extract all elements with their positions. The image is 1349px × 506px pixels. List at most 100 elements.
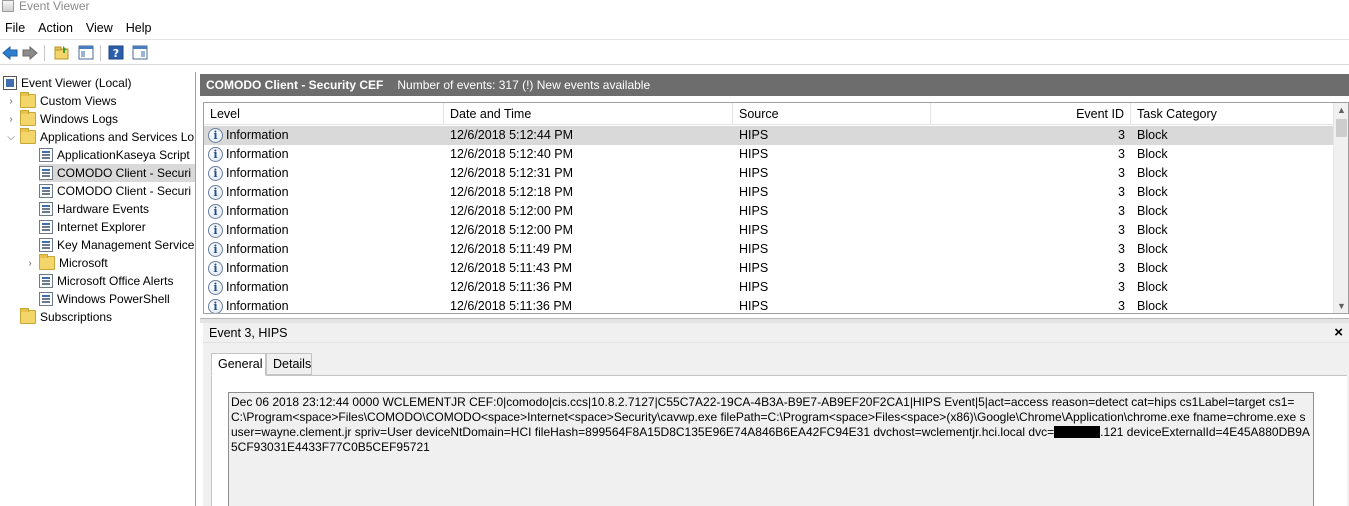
cell-source: HIPS: [739, 280, 769, 294]
vertical-scrollbar[interactable]: ▲ ▼: [1333, 103, 1348, 313]
tree-node-label: Hardware Events: [57, 202, 150, 216]
tree-node-applications-and-services-logs[interactable]: ⌵ Applications and Services Lo: [6, 128, 194, 146]
tree-node-windows-powershell[interactable]: Windows PowerShell: [39, 290, 170, 308]
cell-event-id: 3: [1118, 166, 1125, 180]
chevron-right-icon[interactable]: ›: [6, 96, 16, 107]
information-icon: i: [208, 223, 223, 238]
event-log-icon: [39, 202, 53, 216]
event-log-icon: [39, 292, 53, 306]
tree-node-microsoft[interactable]: › Microsoft: [25, 254, 108, 272]
information-icon: i: [208, 204, 223, 219]
column-header-source[interactable]: Source: [733, 103, 931, 125]
cell-event-id: 3: [1118, 299, 1125, 313]
event-log-icon: [39, 220, 53, 234]
event-message[interactable]: Dec 06 2018 23:12:44 0000 WCLEMENTJR CEF…: [228, 392, 1314, 506]
show-hide-tree-icon[interactable]: [77, 44, 94, 61]
information-icon: i: [208, 166, 223, 181]
tree-node-key-management-service[interactable]: Key Management Service: [39, 236, 194, 254]
cell-event-id: 3: [1118, 204, 1125, 218]
information-icon: i: [208, 242, 223, 257]
menu-view[interactable]: View: [80, 18, 120, 38]
cell-event-id: 3: [1118, 128, 1125, 142]
help-icon[interactable]: ?: [107, 44, 124, 61]
cell-date-time: 12/6/2018 5:12:40 PM: [450, 147, 574, 161]
table-row[interactable]: i Information 12/6/2018 5:11:49 PM HIPS 3 Blo…: [204, 240, 1334, 259]
tree-node-event-viewer-local[interactable]: Event Viewer (Local): [3, 74, 132, 92]
scroll-up-icon[interactable]: ▲: [1334, 103, 1348, 117]
event-log-icon: [39, 166, 53, 180]
menu-file[interactable]: File: [0, 18, 32, 38]
tree-node-label: ApplicationKaseya Script: [57, 148, 190, 162]
event-count: Number of events: 317 (!) New events ava…: [397, 78, 651, 92]
tree-node-custom-views[interactable]: › Custom Views: [6, 92, 116, 110]
cell-date-time: 12/6/2018 5:12:18 PM: [450, 185, 574, 199]
cell-event-id: 3: [1118, 242, 1125, 256]
back-icon[interactable]: [1, 44, 18, 61]
cell-source: HIPS: [739, 242, 769, 256]
chevron-down-icon[interactable]: ⌵: [6, 132, 16, 143]
tab-details[interactable]: Details: [266, 353, 312, 375]
folder-icon: [20, 110, 36, 126]
tree-node-applicationkaseya-script[interactable]: ApplicationKaseya Script: [39, 146, 190, 164]
column-header-level[interactable]: Level: [204, 103, 444, 125]
tree-node-label: COMODO Client - Securi: [57, 184, 192, 198]
cell-task-category: Block: [1137, 185, 1168, 199]
event-viewer-icon: [3, 76, 17, 90]
chevron-right-icon[interactable]: ›: [6, 114, 16, 125]
table-row[interactable]: i Information 12/6/2018 5:12:31 PM HIPS 3 Blo…: [204, 164, 1334, 183]
tree-node-label: Subscriptions: [40, 310, 113, 324]
tree-node-comodo-client-security[interactable]: COMODO Client - Securi: [39, 182, 191, 200]
tree-node-label: Microsoft Office Alerts: [57, 274, 174, 288]
cell-task-category: Block: [1137, 299, 1168, 313]
cell-source: HIPS: [739, 185, 769, 199]
cell-level: Information: [226, 147, 289, 161]
tree-node-label: Windows Logs: [40, 112, 119, 126]
close-icon[interactable]: ×: [1334, 325, 1343, 341]
column-header-event-id[interactable]: Event ID: [931, 103, 1131, 125]
table-row[interactable]: i Information 12/6/2018 5:12:18 PM HIPS 3 Blo…: [204, 183, 1334, 202]
information-icon: i: [208, 261, 223, 276]
folder-icon: [39, 254, 55, 270]
menu-action[interactable]: Action: [32, 18, 80, 38]
table-row[interactable]: i Information 12/6/2018 5:11:43 PM HIPS 3 Blo…: [204, 259, 1334, 278]
tab-general[interactable]: General: [211, 353, 266, 376]
tree-node-microsoft-office-alerts[interactable]: Microsoft Office Alerts: [39, 272, 173, 290]
scroll-down-icon[interactable]: ▼: [1334, 299, 1348, 313]
menu-bar: File Action View Help: [0, 17, 1349, 38]
tree-node-internet-explorer[interactable]: Internet Explorer: [39, 218, 146, 236]
information-icon: i: [208, 185, 223, 200]
cell-date-time: 12/6/2018 5:12:00 PM: [450, 204, 574, 218]
tree-node-label: Key Management Service: [57, 238, 195, 252]
table-row[interactable]: i Information 12/6/2018 5:12:40 PM HIPS 3 Blo…: [204, 145, 1334, 164]
toolbar-separator: [44, 45, 45, 61]
tree-node-label: Internet Explorer: [57, 220, 146, 234]
cell-date-time: 12/6/2018 5:11:43 PM: [450, 261, 573, 275]
tree-node-comodo-client-security-cef[interactable]: COMODO Client - Securi: [39, 164, 195, 182]
cell-source: HIPS: [739, 261, 769, 275]
table-row[interactable]: i Information 12/6/2018 5:12:44 PM HIPS 3 Blo…: [204, 126, 1334, 145]
cell-source: HIPS: [739, 147, 769, 161]
tree-node-windows-logs[interactable]: › Windows Logs: [6, 110, 118, 128]
general-tab-body: Dec 06 2018 23:12:44 0000 WCLEMENTJR CEF…: [211, 375, 1347, 506]
cell-task-category: Block: [1137, 204, 1168, 218]
forward-icon[interactable]: [21, 44, 38, 61]
tree-node-hardware-events[interactable]: Hardware Events: [39, 200, 149, 218]
tree-node-subscriptions[interactable]: Subscriptions: [20, 308, 112, 326]
table-row[interactable]: i Information 12/6/2018 5:11:36 PM HIPS 3 Blo…: [204, 297, 1334, 313]
cell-event-id: 3: [1118, 261, 1125, 275]
cell-level: Information: [226, 299, 289, 313]
show-hide-action-pane-icon[interactable]: [131, 44, 148, 61]
chevron-right-icon[interactable]: ›: [25, 258, 35, 269]
cell-task-category: Block: [1137, 223, 1168, 237]
column-header-date-time[interactable]: Date and Time: [444, 103, 733, 125]
cell-date-time: 12/6/2018 5:12:00 PM: [450, 223, 574, 237]
tree-node-label: Applications and Services Lo: [40, 130, 195, 144]
table-row[interactable]: i Information 12/6/2018 5:12:00 PM HIPS 3 Blo…: [204, 202, 1334, 221]
toolbar: ?: [0, 39, 1349, 65]
open-folder-icon[interactable]: [53, 44, 70, 61]
table-row[interactable]: i Information 12/6/2018 5:11:36 PM HIPS 3 Blo…: [204, 278, 1334, 297]
table-row[interactable]: i Information 12/6/2018 5:12:00 PM HIPS 3 Blo…: [204, 221, 1334, 240]
column-header-task-category[interactable]: Task Category: [1131, 103, 1334, 125]
scroll-thumb[interactable]: [1336, 119, 1347, 137]
menu-help[interactable]: Help: [120, 18, 159, 38]
